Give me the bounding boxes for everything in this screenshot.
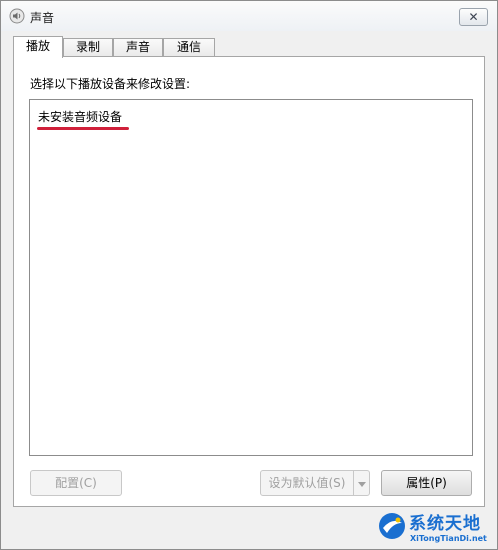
title-bar[interactable]: 声音 ✕	[1, 1, 497, 31]
watermark-subtitle: XiTongTianDi.net	[410, 534, 487, 543]
device-list[interactable]: 未安装音频设备	[29, 99, 473, 456]
playback-panel: 选择以下播放设备来修改设置: 未安装音频设备 配置(C) 设为默认值(S) 属性…	[13, 56, 485, 507]
tab-playback[interactable]: 播放	[13, 36, 63, 58]
tab-recording[interactable]: 录制	[63, 38, 113, 57]
set-default-dropdown[interactable]	[353, 470, 370, 496]
set-default-button[interactable]: 设为默认值(S)	[260, 470, 354, 496]
chevron-down-icon	[357, 476, 366, 490]
configure-button[interactable]: 配置(C)	[30, 470, 122, 496]
sound-dialog: 声音 ✕ 播放 录制 声音 通信 选择以下播放设备来修改设置: 未安装音频设备 …	[0, 0, 498, 550]
instruction-label: 选择以下播放设备来修改设置:	[30, 77, 191, 91]
window-title: 声音	[30, 11, 55, 25]
watermark: 系统天地 XiTongTianDi.net	[377, 509, 495, 549]
speaker-icon	[9, 8, 25, 24]
highlight-underline	[37, 127, 129, 130]
properties-button[interactable]: 属性(P)	[381, 470, 472, 496]
close-icon: ✕	[468, 10, 479, 24]
no-device-message: 未安装音频设备	[38, 110, 123, 124]
tab-sounds[interactable]: 声音	[113, 38, 163, 57]
watermark-title: 系统天地	[409, 514, 481, 534]
tab-strip: 播放 录制 声音 通信	[13, 36, 483, 58]
watermark-logo-icon	[377, 511, 407, 541]
close-button[interactable]: ✕	[459, 8, 488, 26]
tab-communications[interactable]: 通信	[163, 38, 215, 57]
